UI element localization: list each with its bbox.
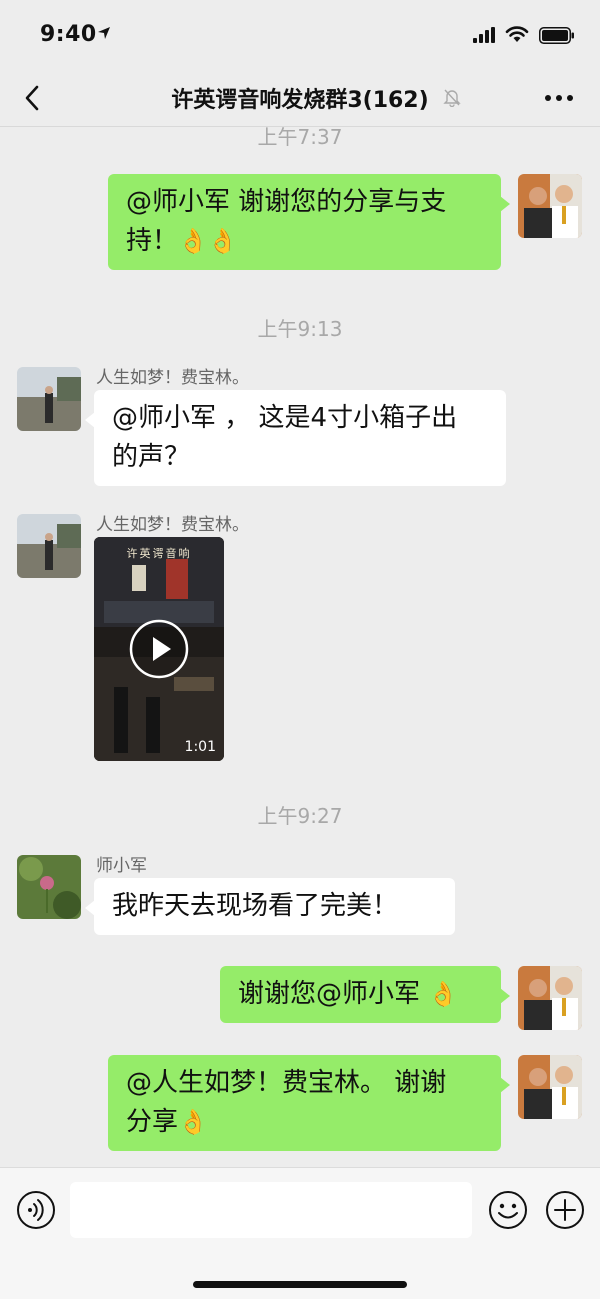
avatar-feibaolin[interactable] xyxy=(17,367,81,431)
smiley-icon[interactable] xyxy=(488,1190,528,1230)
status-bar: 9:40 xyxy=(0,0,600,70)
sender-name: 人生如梦！费宝林。 xyxy=(96,368,249,388)
incoming-message-bubble[interactable]: @师小军 ， 这是4寸小箱子出 的声？ xyxy=(85,390,506,486)
timestamp: 上午9:27 xyxy=(257,804,343,828)
battery-icon xyxy=(539,27,574,44)
ok-hand-emoji: 👌 xyxy=(428,980,459,1008)
home-indicator[interactable] xyxy=(193,1281,407,1288)
avatar-self[interactable] xyxy=(518,966,582,1030)
timestamp: 上午9:13 xyxy=(257,317,343,341)
sender-name: 师小军 xyxy=(96,856,147,876)
chat-title: 许英谔音响发烧群3(162) xyxy=(171,88,429,113)
avatar-self[interactable] xyxy=(518,174,582,238)
message-input[interactable] xyxy=(70,1182,472,1238)
location-arrow-icon xyxy=(98,27,110,39)
sender-name: 人生如梦！费宝林。 xyxy=(96,515,249,535)
ok-hand-emoji: 👌 xyxy=(178,1108,208,1136)
video-sign-text: 许英谔音响 xyxy=(126,547,192,560)
message-text: 分享 xyxy=(126,1107,179,1137)
message-text: @师小军 谢谢您的分享与支 xyxy=(126,187,447,217)
message-text: 持！ xyxy=(126,226,179,256)
wifi-icon xyxy=(505,26,529,42)
chat-header: 许英谔音响发烧群3(162) xyxy=(0,70,600,127)
outgoing-message-bubble[interactable]: 谢谢您@师小军 👌 xyxy=(220,966,510,1023)
avatar-self[interactable] xyxy=(518,1055,582,1119)
avatar-feibaolin[interactable] xyxy=(17,514,81,578)
status-time: 9:40 xyxy=(40,22,97,47)
ok-hand-emoji: 👌👌 xyxy=(178,227,238,255)
outgoing-message-bubble[interactable]: @师小军 谢谢您的分享与支 持！👌👌 xyxy=(108,174,510,270)
play-icon[interactable] xyxy=(129,619,189,679)
chevron-left-icon[interactable] xyxy=(22,84,42,112)
message-list[interactable]: 上午7:37 @师小军 谢谢您的分享与支 持！👌👌 上午9:13 人生如梦！费宝… xyxy=(0,127,600,1167)
outgoing-message-bubble[interactable]: @人生如梦！费宝林。 谢谢 分享👌 xyxy=(108,1055,510,1151)
input-bar xyxy=(0,1167,600,1299)
message-text: 的声？ xyxy=(112,442,191,472)
voice-icon[interactable] xyxy=(16,1190,56,1230)
message-text: 谢谢您@师小军 xyxy=(238,979,429,1009)
message-text: @师小军 ， 这是4寸小箱子出 xyxy=(112,403,458,433)
video-message[interactable]: 许英谔音响 1:01 xyxy=(94,537,224,761)
bell-slash-icon xyxy=(443,89,461,107)
message-text: @人生如梦！费宝林。 谢谢 xyxy=(126,1068,447,1098)
message-text: 我昨天去现场看了完美！ xyxy=(112,891,399,921)
plus-circle-icon[interactable] xyxy=(545,1190,585,1230)
cellular-signal-icon xyxy=(473,27,495,43)
timestamp: 上午7:37 xyxy=(257,127,343,149)
avatar-shixiaojun[interactable] xyxy=(17,855,81,919)
incoming-message-bubble[interactable]: 我昨天去现场看了完美！ xyxy=(85,878,455,935)
more-dots-icon[interactable] xyxy=(544,94,574,102)
video-duration: 1:01 xyxy=(184,739,216,755)
